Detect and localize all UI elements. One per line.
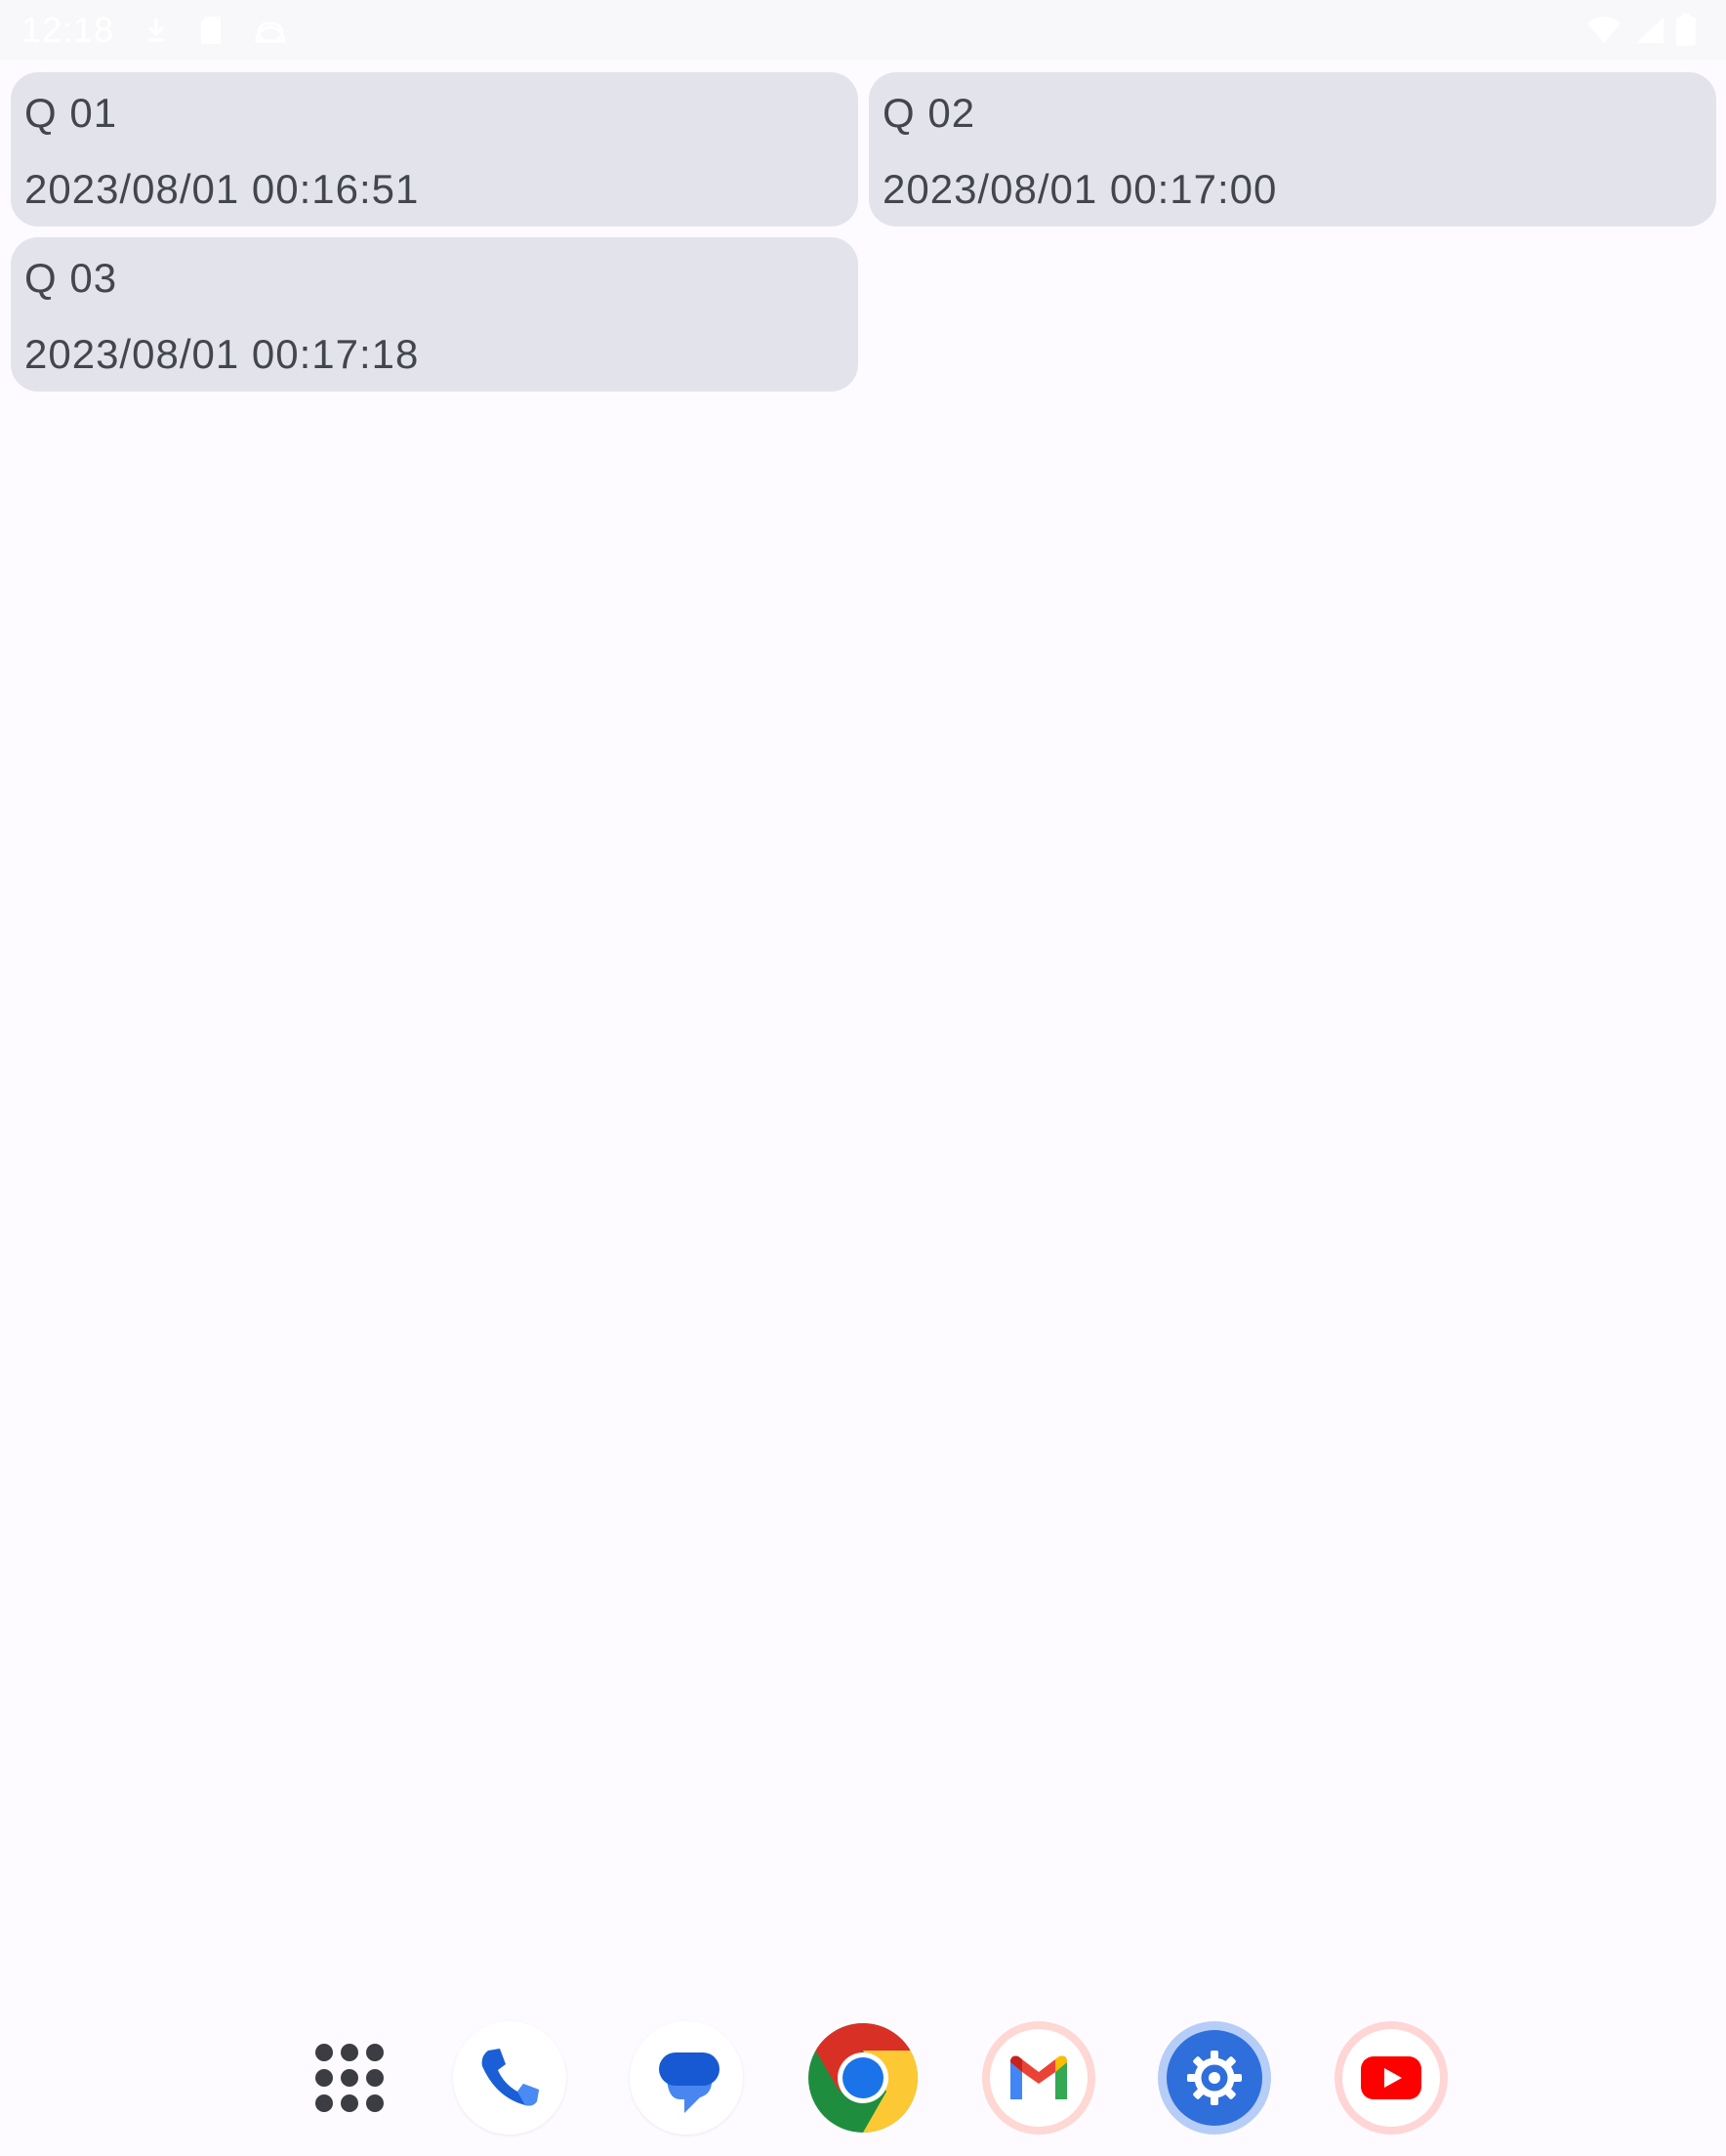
q-card-02[interactable]: Q 02 2023/08/01 00:17:00 (869, 72, 1716, 227)
gmail-app-button[interactable] (982, 2021, 1095, 2135)
download-icon (148, 19, 165, 42)
card-title: Q 02 (883, 90, 976, 136)
app-dock (0, 2011, 1726, 2138)
card-title: Q 01 (24, 90, 118, 136)
app-drawer-button[interactable] (293, 2021, 406, 2135)
gmail-icon (1010, 2055, 1067, 2099)
android-face-icon (255, 21, 286, 43)
battery-icon (1676, 14, 1696, 46)
settings-icon-bg (1167, 2030, 1262, 2126)
status-time: 12:18 (21, 10, 115, 50)
status-right-group (1585, 0, 1697, 61)
settings-app-button[interactable] (1158, 2021, 1271, 2135)
wifi-icon (1587, 17, 1621, 43)
status-bar: 12:18 (0, 0, 1726, 61)
q-card-03[interactable]: Q 03 2023/08/01 00:17:18 (11, 237, 858, 392)
chrome-app-button[interactable] (806, 2021, 920, 2135)
messages-app-button[interactable] (630, 2021, 743, 2135)
chrome-icon (808, 2023, 919, 2133)
gmail-icon-bg (990, 2029, 1088, 2127)
app-drawer-icon (315, 2044, 384, 2112)
card-timestamp: 2023/08/01 00:17:18 (24, 331, 420, 377)
cell-signal-icon (1636, 18, 1664, 43)
card-timestamp: 2023/08/01 00:17:00 (883, 166, 1278, 212)
card-timestamp: 2023/08/01 00:16:51 (24, 166, 420, 212)
status-left-group: 12:18 (21, 0, 288, 61)
youtube-icon (1361, 2056, 1421, 2099)
card-title: Q 03 (24, 255, 118, 301)
q-card-01[interactable]: Q 01 2023/08/01 00:16:51 (11, 72, 858, 227)
youtube-icon-bg (1342, 2029, 1440, 2127)
settings-icon (1187, 2051, 1242, 2105)
phone-icon (481, 2049, 539, 2106)
phone-app-button[interactable] (453, 2021, 566, 2135)
sd-card-icon (201, 17, 222, 44)
messages-icon (659, 2052, 719, 2113)
youtube-app-button[interactable] (1335, 2021, 1448, 2135)
